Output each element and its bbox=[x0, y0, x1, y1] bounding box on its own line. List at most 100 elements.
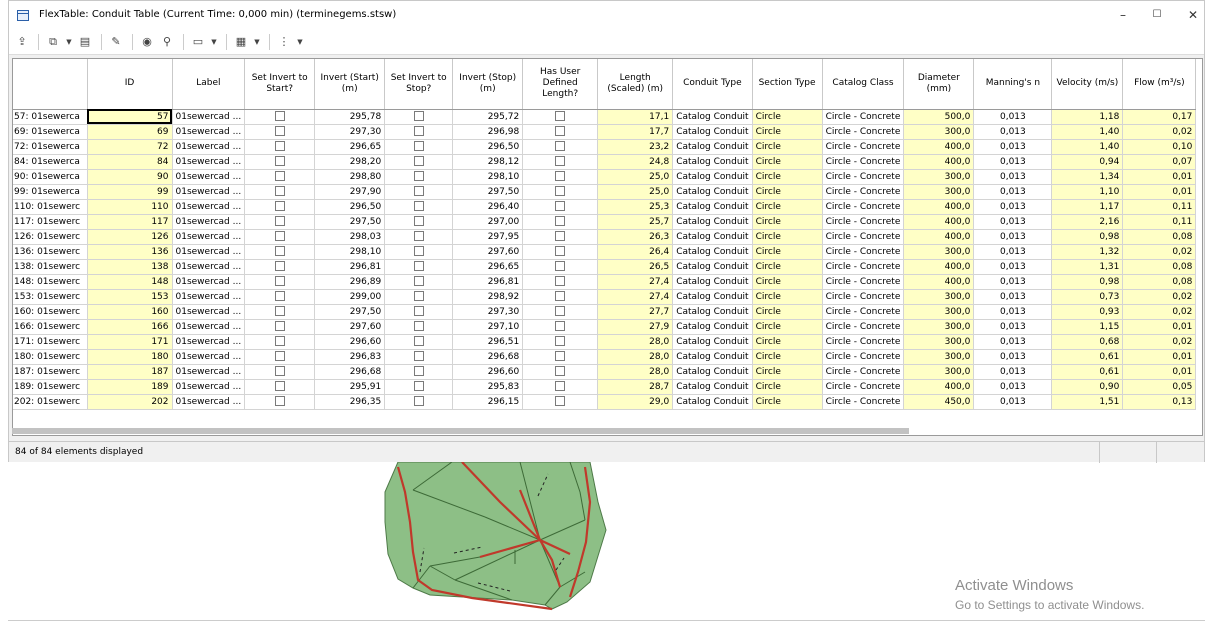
checkbox-cell[interactable] bbox=[244, 334, 316, 350]
cell-flow[interactable]: 0,01 bbox=[1122, 349, 1197, 365]
checkbox[interactable] bbox=[274, 366, 285, 376]
cell-length[interactable]: 17,1 bbox=[597, 109, 674, 125]
checkbox-cell[interactable] bbox=[522, 169, 599, 185]
cell-flow[interactable]: 0,13 bbox=[1122, 394, 1197, 410]
cell-diam[interactable]: 300,0 bbox=[903, 184, 975, 200]
cell-label[interactable]: 01sewercad ... bbox=[172, 124, 246, 140]
cell-diam[interactable]: 300,0 bbox=[903, 244, 975, 260]
cell-inv_stop[interactable]: 297,30 bbox=[452, 304, 524, 320]
checkbox[interactable] bbox=[274, 111, 285, 121]
cell-mann[interactable]: 0,013 bbox=[973, 109, 1053, 125]
cell-label[interactable]: 01sewercad ... bbox=[172, 319, 246, 335]
checkbox[interactable] bbox=[413, 186, 424, 196]
cell-stype[interactable]: Circle bbox=[752, 124, 823, 140]
cell-label[interactable]: 01sewercad ... bbox=[172, 379, 246, 395]
cell-id[interactable]: 202 bbox=[87, 394, 173, 410]
cell-length[interactable]: 26,5 bbox=[597, 259, 674, 275]
cell-cclass[interactable]: Circle - Concrete bbox=[822, 394, 905, 410]
cell-mann[interactable]: 0,013 bbox=[973, 364, 1053, 380]
cell-vel[interactable]: 1,31 bbox=[1051, 259, 1124, 275]
cell-vel[interactable]: 0,61 bbox=[1051, 364, 1124, 380]
column-header-ctype[interactable]: Conduit Type bbox=[672, 59, 753, 110]
checkbox[interactable] bbox=[413, 396, 424, 406]
row-header[interactable]: 166: 01sewerc bbox=[13, 319, 88, 335]
cell-cclass[interactable]: Circle - Concrete bbox=[822, 154, 905, 170]
checkbox[interactable] bbox=[413, 126, 424, 136]
cell-ctype[interactable]: Catalog Conduit bbox=[672, 259, 753, 275]
filter-icon[interactable]: ⋮ bbox=[275, 33, 293, 51]
cell-vel[interactable]: 1,40 bbox=[1051, 139, 1124, 155]
cell-cclass[interactable]: Circle - Concrete bbox=[822, 379, 905, 395]
table-row[interactable]: 117: 01sewerc 117 01sewercad ... 297,50 297,… bbox=[13, 214, 1197, 230]
checkbox[interactable] bbox=[555, 141, 566, 151]
cell-label[interactable]: 01sewercad ... bbox=[172, 289, 246, 305]
cell-inv_start[interactable]: 299,00 bbox=[314, 289, 386, 305]
cell-inv_start[interactable]: 296,65 bbox=[314, 139, 386, 155]
cell-length[interactable]: 28,0 bbox=[597, 334, 674, 350]
checkbox-cell[interactable] bbox=[384, 394, 454, 410]
checkbox[interactable] bbox=[555, 231, 566, 241]
cell-diam[interactable]: 300,0 bbox=[903, 334, 975, 350]
table-row[interactable]: 57: 01sewerca 57 01sewercad ... 295,78 295,7… bbox=[13, 109, 1197, 125]
table-row[interactable]: 126: 01sewerc 126 01sewercad ... 298,03 297,… bbox=[13, 229, 1197, 245]
cell-cclass[interactable]: Circle - Concrete bbox=[822, 289, 905, 305]
cell-cclass[interactable]: Circle - Concrete bbox=[822, 349, 905, 365]
row-header[interactable]: 69: 01sewerca bbox=[13, 124, 88, 140]
row-header[interactable]: 189: 01sewerc bbox=[13, 379, 88, 395]
chevron-down-icon[interactable]: ▼ bbox=[64, 33, 74, 51]
checkbox-cell[interactable] bbox=[522, 139, 599, 155]
cell-ctype[interactable]: Catalog Conduit bbox=[672, 334, 753, 350]
column-header-label[interactable]: Label bbox=[172, 59, 246, 110]
checkbox-cell[interactable] bbox=[244, 199, 316, 215]
checkbox[interactable] bbox=[555, 336, 566, 346]
table-row[interactable]: 202: 01sewerc 202 01sewercad ... 296,35 296,… bbox=[13, 394, 1197, 410]
cell-ctype[interactable]: Catalog Conduit bbox=[672, 199, 753, 215]
checkbox[interactable] bbox=[274, 381, 285, 391]
checkbox-cell[interactable] bbox=[522, 364, 599, 380]
cell-ctype[interactable]: Catalog Conduit bbox=[672, 124, 753, 140]
cell-flow[interactable]: 0,01 bbox=[1122, 319, 1197, 335]
checkbox[interactable] bbox=[274, 186, 285, 196]
table-row[interactable]: 153: 01sewerc 153 01sewercad ... 299,00 298,… bbox=[13, 289, 1197, 305]
zoom-icon[interactable]: ◉ bbox=[138, 33, 156, 51]
chevron-down-icon[interactable]: ▼ bbox=[252, 33, 262, 51]
cell-mann[interactable]: 0,013 bbox=[973, 214, 1053, 230]
cell-id[interactable]: 69 bbox=[87, 124, 173, 140]
cell-diam[interactable]: 400,0 bbox=[903, 139, 975, 155]
checkbox[interactable] bbox=[413, 141, 424, 151]
cell-stype[interactable]: Circle bbox=[752, 304, 823, 320]
cell-inv_stop[interactable]: 297,00 bbox=[452, 214, 524, 230]
checkbox-cell[interactable] bbox=[384, 139, 454, 155]
checkbox[interactable] bbox=[274, 306, 285, 316]
cell-inv_start[interactable]: 297,90 bbox=[314, 184, 386, 200]
cell-ctype[interactable]: Catalog Conduit bbox=[672, 289, 753, 305]
cell-inv_stop[interactable]: 296,60 bbox=[452, 364, 524, 380]
close-button[interactable]: ✕ bbox=[1179, 5, 1205, 25]
checkbox[interactable] bbox=[555, 261, 566, 271]
cell-inv_stop[interactable]: 296,68 bbox=[452, 349, 524, 365]
checkbox[interactable] bbox=[274, 291, 285, 301]
checkbox-cell[interactable] bbox=[244, 274, 316, 290]
column-header-id[interactable]: ID bbox=[87, 59, 173, 110]
checkbox-cell[interactable] bbox=[384, 184, 454, 200]
cell-length[interactable]: 26,4 bbox=[597, 244, 674, 260]
cell-label[interactable]: 01sewercad ... bbox=[172, 304, 246, 320]
cell-diam[interactable]: 400,0 bbox=[903, 229, 975, 245]
cell-length[interactable]: 27,4 bbox=[597, 274, 674, 290]
flextable-window[interactable]: FlexTable: Conduit Table (Current Time: … bbox=[8, 0, 1205, 463]
cell-ctype[interactable]: Catalog Conduit bbox=[672, 364, 753, 380]
checkbox-cell[interactable] bbox=[244, 364, 316, 380]
checkbox-cell[interactable] bbox=[522, 199, 599, 215]
row-header[interactable]: 148: 01sewerc bbox=[13, 274, 88, 290]
checkbox-cell[interactable] bbox=[244, 379, 316, 395]
cell-id[interactable]: 126 bbox=[87, 229, 173, 245]
checkbox[interactable] bbox=[274, 276, 285, 286]
column-header-length[interactable]: Length (Scaled) (m) bbox=[597, 59, 674, 110]
cell-inv_stop[interactable]: 298,12 bbox=[452, 154, 524, 170]
cell-label[interactable]: 01sewercad ... bbox=[172, 274, 246, 290]
cell-mann[interactable]: 0,013 bbox=[973, 229, 1053, 245]
cell-inv_start[interactable]: 296,81 bbox=[314, 259, 386, 275]
checkbox-cell[interactable] bbox=[384, 229, 454, 245]
column-header-inv_stop[interactable]: Invert (Stop) (m) bbox=[452, 59, 524, 110]
cell-ctype[interactable]: Catalog Conduit bbox=[672, 274, 753, 290]
